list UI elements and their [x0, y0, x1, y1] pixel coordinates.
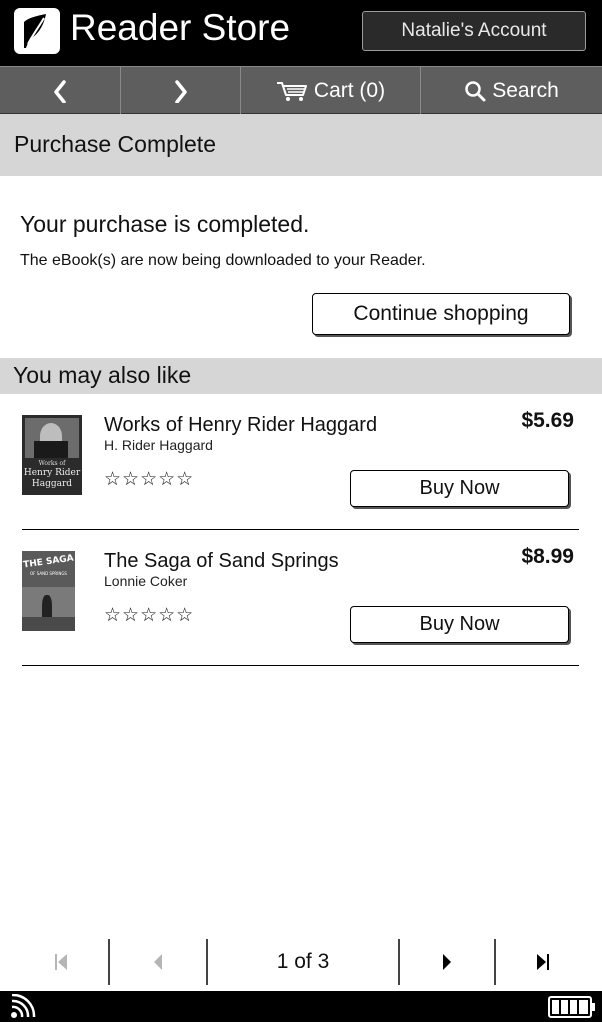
purchase-message: The eBook(s) are now being downloaded to… — [20, 252, 426, 269]
book-title[interactable]: Works of Henry Rider Haggard — [104, 414, 377, 437]
search-label: Search — [492, 78, 559, 102]
status-bar — [0, 991, 602, 1022]
cover-text: Haggard — [31, 479, 73, 489]
previous-page-icon — [154, 954, 162, 970]
book-author: Lonnie Coker — [104, 573, 188, 589]
cover-text: OF SAND SPRINGS — [30, 571, 67, 576]
account-button[interactable]: Natalie's Account — [362, 11, 586, 51]
wifi-icon — [11, 994, 36, 1018]
pagination: 1 of 3 — [0, 939, 602, 989]
previous-page-button[interactable] — [110, 939, 206, 985]
next-page-icon — [443, 954, 451, 970]
rating-stars-icon: ☆☆☆☆☆ — [104, 605, 195, 626]
search-button[interactable]: Search — [421, 67, 602, 114]
last-page-icon — [537, 954, 549, 970]
nav-bar: Cart (0) Search — [0, 66, 602, 114]
last-page-button[interactable] — [496, 939, 590, 985]
search-icon — [465, 80, 486, 101]
buy-now-button[interactable]: Buy Now — [350, 470, 569, 507]
chevron-left-icon — [54, 79, 66, 103]
list-item: THE SAGA OF SAND SPRINGS The Saga of San… — [0, 530, 602, 666]
purchase-section-header: Purchase Complete — [0, 114, 602, 176]
first-page-button[interactable] — [14, 939, 108, 985]
buy-now-button[interactable]: Buy Now — [350, 606, 569, 643]
recommendations-section-header: You may also like — [0, 358, 602, 394]
cover-text: Works of — [38, 460, 66, 467]
app-header: Reader Store Natalie's Account — [0, 0, 602, 66]
book-cover-image[interactable]: Works of Henry Rider Haggard — [22, 415, 82, 495]
next-page-button[interactable] — [400, 939, 494, 985]
reader-store-logo-icon — [14, 8, 60, 54]
book-author: H. Rider Haggard — [104, 437, 213, 453]
recommendations-section-title: You may also like — [13, 362, 192, 388]
app-title: Reader Store — [70, 7, 291, 48]
book-cover-image[interactable]: THE SAGA OF SAND SPRINGS — [22, 551, 75, 631]
book-title[interactable]: The Saga of Sand Springs — [104, 550, 339, 573]
page-count: 1 of 3 — [276, 950, 330, 973]
page-indicator: 1 of 3 — [208, 939, 398, 985]
book-price: $5.69 — [521, 409, 574, 432]
list-item: Works of Henry Rider Haggard Works of He… — [0, 394, 602, 530]
rating-stars-icon: ☆☆☆☆☆ — [104, 469, 195, 490]
cart-button[interactable]: Cart (0) — [241, 67, 421, 114]
first-page-icon — [55, 954, 67, 970]
purchase-heading: Your purchase is completed. — [20, 211, 310, 237]
cart-icon — [276, 81, 307, 101]
chevron-right-icon — [174, 79, 187, 103]
forward-button[interactable] — [121, 67, 241, 114]
divider — [22, 665, 579, 666]
back-button[interactable] — [0, 67, 121, 114]
continue-shopping-button[interactable]: Continue shopping — [312, 293, 570, 335]
cover-text: Henry Rider — [23, 468, 81, 478]
cart-label: Cart (0) — [313, 78, 386, 102]
purchase-section-title: Purchase Complete — [14, 131, 216, 157]
battery-icon — [548, 996, 595, 1018]
book-price: $8.99 — [521, 545, 574, 568]
